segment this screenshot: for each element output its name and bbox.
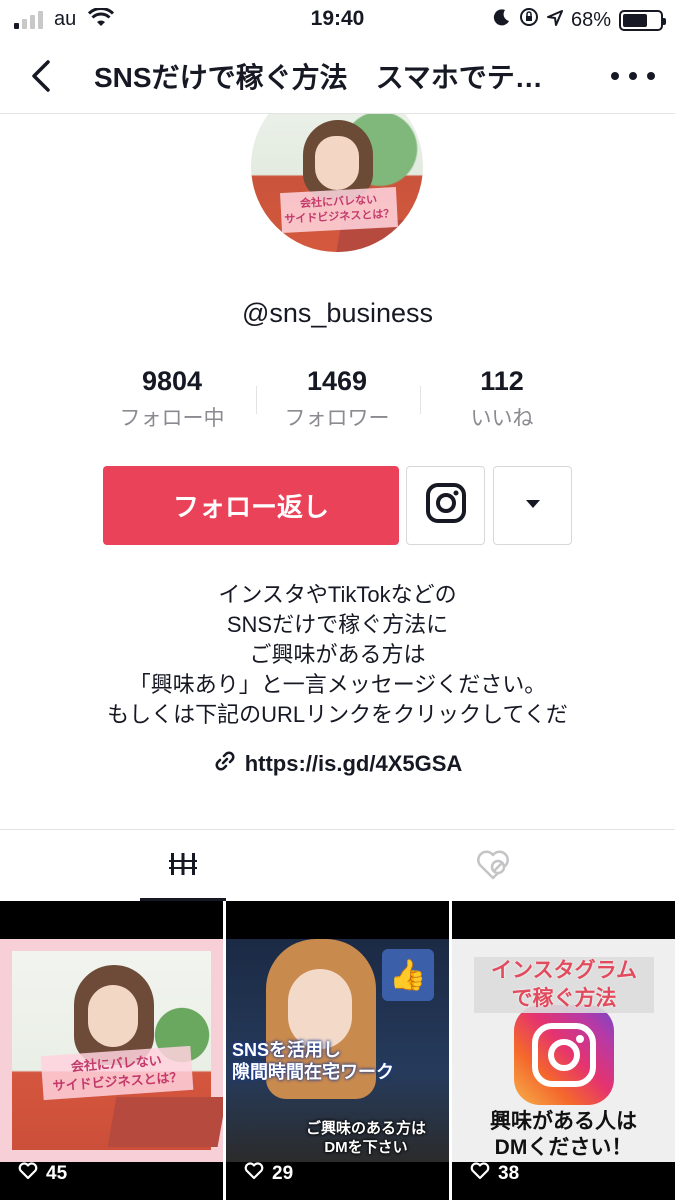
- battery-icon: [619, 9, 666, 31]
- moon-icon: [493, 8, 511, 32]
- tab-videos[interactable]: [14, 830, 351, 902]
- grid-icon: [168, 851, 197, 882]
- heart-icon: [18, 1162, 38, 1186]
- rotation-lock-icon: [519, 7, 539, 33]
- battery-percent: 68%: [570, 8, 611, 31]
- like-count: 45: [18, 1162, 67, 1186]
- follow-back-button[interactable]: フォロー返し: [103, 466, 399, 545]
- suggested-accounts-button[interactable]: [493, 466, 572, 545]
- heart-icon: [470, 1162, 490, 1186]
- thumbnail-caption: SNSを活用し 隙間時間在宅ワーク: [232, 1040, 394, 1082]
- bio-line: 「興味あり」と一言メッセージください。: [128, 672, 547, 697]
- profile-link[interactable]: https://is.gd/4X5GSA: [0, 749, 675, 779]
- video-thumbnail[interactable]: 会社にバレない サイドビジネスとは？ 45: [0, 901, 223, 1200]
- username: @sns_business: [241, 298, 433, 328]
- top-nav-bar: SNSだけで稼ぐ方法 スマホでテ…: [0, 38, 675, 114]
- profile-avatar[interactable]: 会社にバレない サイドビジネスとは？: [251, 114, 423, 252]
- stat-likes: 112 いいね: [422, 362, 582, 432]
- link-icon: [213, 749, 237, 779]
- page-title: SNSだけで稼ぐ方法 スマホでテ…: [94, 62, 543, 93]
- like-count: 29: [244, 1162, 293, 1186]
- video-grid: 会社にバレない サイドビジネスとは？ 45 👍 SNSを活用し 隙間時間在宅ワー…: [0, 901, 675, 1200]
- instagram-icon: [425, 482, 467, 529]
- stat-following[interactable]: 9804 フォロー中: [92, 362, 252, 432]
- back-button[interactable]: [22, 56, 62, 96]
- video-thumbnail[interactable]: 👍 SNSを活用し 隙間時間在宅ワーク ご興味のある方は DMを下さい 29: [226, 901, 449, 1200]
- followers-label: フォロワー: [284, 407, 390, 430]
- bio-line: インスタやTikTokなどの: [218, 582, 457, 607]
- thumbnail-caption: インスタグラム で稼ぐ方法: [474, 957, 654, 1013]
- bio-line: もしくは下記のURLリンクをクリックしてくだ: [107, 702, 568, 727]
- likes-count: 112: [480, 366, 524, 396]
- bio-line: ご興味がある方は: [249, 642, 426, 667]
- profile-tabs: [0, 829, 675, 901]
- heart-hidden-icon: [474, 847, 512, 886]
- profile-stats: 9804 フォロー中 1469 フォロワー 112 いいね: [0, 362, 675, 442]
- followers-count: 1469: [306, 366, 368, 396]
- thumbnail-caption: ご興味のある方は DMを下さい: [305, 1120, 426, 1156]
- video-thumbnail[interactable]: インスタグラム で稼ぐ方法 興味がある人は DMください！ 38: [452, 901, 675, 1200]
- likes-label: いいね: [470, 407, 534, 430]
- heart-icon: [244, 1162, 264, 1186]
- thumbnail-caption: 興味がある人は DMください！: [490, 1110, 637, 1159]
- following-label: フォロー中: [119, 407, 225, 430]
- instagram-button[interactable]: [406, 466, 485, 545]
- instagram-logo-icon: [514, 1005, 614, 1105]
- like-count: 38: [470, 1162, 519, 1186]
- stat-followers[interactable]: 1469 フォロワー: [257, 362, 417, 432]
- avatar-caption: 会社にバレない サイドビジネスとは？: [280, 186, 398, 234]
- more-options-button[interactable]: [611, 62, 655, 90]
- caret-down-icon: [524, 497, 542, 515]
- thumbs-up-icon: 👍: [382, 949, 434, 1001]
- tab-liked[interactable]: [324, 830, 661, 902]
- profile-bio: インスタやTikTokなどの SNSだけで稼ぐ方法に ご興味がある方は 「興味あ…: [0, 580, 675, 730]
- status-bar: au 19:40 68%: [0, 0, 675, 38]
- following-count: 9804: [141, 366, 203, 396]
- bio-line: SNSだけで稼ぐ方法に: [226, 612, 449, 637]
- link-url: https://is.gd/4X5GSA: [244, 751, 463, 776]
- location-icon: [546, 9, 563, 32]
